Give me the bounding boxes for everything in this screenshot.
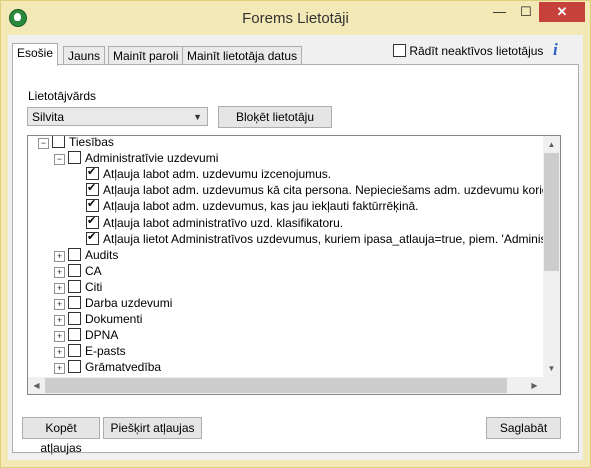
- chevron-down-icon[interactable]: ▼: [193, 108, 202, 127]
- tree-row-label: Atļauja labot adm. uzdevumus kā cita per…: [103, 183, 561, 198]
- expand-icon[interactable]: +: [54, 315, 65, 327]
- tree-row-label: Atļauja labot adm. uzdevumus, kas jau ie…: [103, 199, 419, 214]
- tree-row-checkbox[interactable]: [86, 181, 99, 197]
- tab-new[interactable]: Jauns: [63, 46, 106, 65]
- expand-icon[interactable]: +: [54, 299, 65, 310]
- tree-row-label: DPNA: [85, 328, 119, 343]
- horizontal-scrollbar[interactable]: ◀ ▶: [28, 377, 543, 394]
- tree-row-label: E-pasts: [85, 344, 126, 359]
- save-button[interactable]: Saglabāt: [486, 417, 561, 439]
- app-window: Forems Lietotāji — ☐ ✕ Esošie Jauns Main…: [0, 0, 591, 468]
- scroll-up-icon[interactable]: ▲: [543, 136, 560, 153]
- tree-row[interactable]: + Citi: [54, 279, 102, 295]
- collapse-icon[interactable]: −: [38, 138, 49, 149]
- expand-icon[interactable]: +: [54, 250, 65, 262]
- tree-row-label: Darba uzdevumi: [85, 296, 173, 310]
- tree-row-checkbox[interactable]: [52, 136, 65, 148]
- tree-row-checkbox[interactable]: [86, 197, 99, 213]
- tree-row[interactable]: − Tiesības: [38, 135, 114, 150]
- username-selected-value: Silvita: [32, 110, 65, 124]
- expand-icon[interactable]: +: [54, 331, 65, 343]
- show-inactive-label: Rādīt neaktīvos lietotājus: [409, 44, 544, 58]
- assign-permissions-button[interactable]: Piešķirt atļaujas: [103, 417, 202, 439]
- title-bar[interactable]: Forems Lietotāji — ☐ ✕: [1, 1, 590, 35]
- close-button[interactable]: ✕: [539, 2, 585, 22]
- tree-row[interactable]: + E-pasts: [54, 343, 126, 359]
- collapse-icon[interactable]: −: [54, 154, 65, 166]
- tree-row[interactable]: Atļauja labot adm. uzdevumus kā cita per…: [86, 181, 561, 198]
- vertical-scroll-thumb[interactable]: [544, 153, 559, 271]
- tree-row-label: Administratīvie uzdevumi: [85, 151, 219, 166]
- tree-row[interactable]: Atļauja labot administratīvo uzd. klasif…: [86, 214, 344, 231]
- tree-row-label: Citi: [85, 279, 103, 294]
- expand-icon[interactable]: +: [54, 363, 65, 375]
- tree-row-checkbox[interactable]: [86, 230, 99, 245]
- tree-row-checkbox[interactable]: [68, 247, 81, 261]
- tree-row-label: Atļauja labot administratīvo uzd. klasif…: [103, 215, 344, 230]
- tree-row-checkbox[interactable]: [68, 312, 81, 326]
- tree-row[interactable]: + DPNA: [54, 327, 118, 343]
- scroll-left-icon[interactable]: ◀: [28, 377, 45, 394]
- copy-permissions-button[interactable]: Kopēt atļaujas: [22, 417, 100, 455]
- tree-row-checkbox[interactable]: [68, 279, 81, 293]
- tree-row-checkbox[interactable]: [68, 151, 81, 165]
- tree-row[interactable]: Atļauja labot adm. uzdevumus, kas jau ie…: [86, 197, 419, 214]
- tree-row-label: Audits: [85, 247, 119, 262]
- tree-row-checkbox[interactable]: [86, 165, 99, 181]
- tree-row-label: Atļauja labot adm. uzdevumu izcenojumus.: [103, 167, 332, 182]
- tree-row-checkbox[interactable]: [68, 263, 81, 277]
- tree-row[interactable]: Atļauja lietot Administratīvos uzdevumus…: [86, 230, 561, 247]
- tab-change-user-data[interactable]: Mainīt lietotāja datus: [182, 46, 303, 65]
- tree-row-label: Tiesības: [69, 135, 114, 149]
- tree-row-checkbox[interactable]: [68, 360, 81, 374]
- tree-row[interactable]: + CA: [54, 263, 102, 279]
- show-inactive-box[interactable]: [393, 44, 406, 57]
- window-client-area: Esošie Jauns Mainīt paroli Mainīt lietot…: [8, 35, 583, 460]
- tab-change-password[interactable]: Mainīt paroli: [108, 46, 184, 65]
- username-select[interactable]: Silvita ▼: [27, 107, 208, 126]
- tree-row-checkbox[interactable]: [68, 344, 81, 358]
- tree-row-checkbox[interactable]: [86, 214, 99, 229]
- tree-row-checkbox[interactable]: [68, 296, 81, 309]
- tree-row-label: Grāmatvedība: [85, 360, 162, 375]
- tree-row[interactable]: + Dokumenti: [54, 311, 142, 327]
- tree-row[interactable]: + Audits: [54, 247, 118, 263]
- tree-row-label: Dokumenti: [85, 312, 143, 327]
- username-label: Lietotājvārds: [28, 89, 97, 103]
- permissions-tree[interactable]: −Tiesības−Administratīvie uzdevumiAtļauj…: [27, 135, 561, 395]
- scroll-down-icon[interactable]: ▼: [543, 360, 560, 377]
- tree-row[interactable]: + Darba uzdevumi: [54, 295, 172, 311]
- show-inactive-checkbox[interactable]: Rādīt neaktīvos lietotājus: [393, 44, 543, 58]
- block-user-button[interactable]: Bloķēt lietotāju: [218, 106, 332, 128]
- tree-row-checkbox[interactable]: [68, 328, 81, 342]
- expand-icon[interactable]: +: [54, 347, 65, 359]
- expand-icon[interactable]: +: [54, 282, 65, 294]
- minimize-button[interactable]: —: [486, 2, 513, 22]
- horizontal-scroll-thumb[interactable]: [45, 378, 507, 393]
- tree-row[interactable]: + Grāmatvedība: [54, 359, 161, 375]
- tree-row[interactable]: Atļauja labot adm. uzdevumu izcenojumus.: [86, 165, 332, 182]
- vertical-scrollbar[interactable]: ▲ ▼: [543, 136, 560, 377]
- tree-row[interactable]: − Administratīvie uzdevumi: [54, 150, 218, 166]
- maximize-button[interactable]: ☐: [513, 2, 539, 22]
- tree-row-label: CA: [85, 263, 102, 278]
- tab-existing[interactable]: Esošie: [12, 43, 59, 66]
- info-icon[interactable]: i: [553, 40, 558, 60]
- tree-row-label: Atļauja lietot Administratīvos uzdevumus…: [103, 231, 561, 246]
- expand-icon[interactable]: +: [54, 266, 65, 278]
- scroll-right-icon[interactable]: ▶: [526, 377, 543, 394]
- scrollbar-corner: [543, 377, 560, 394]
